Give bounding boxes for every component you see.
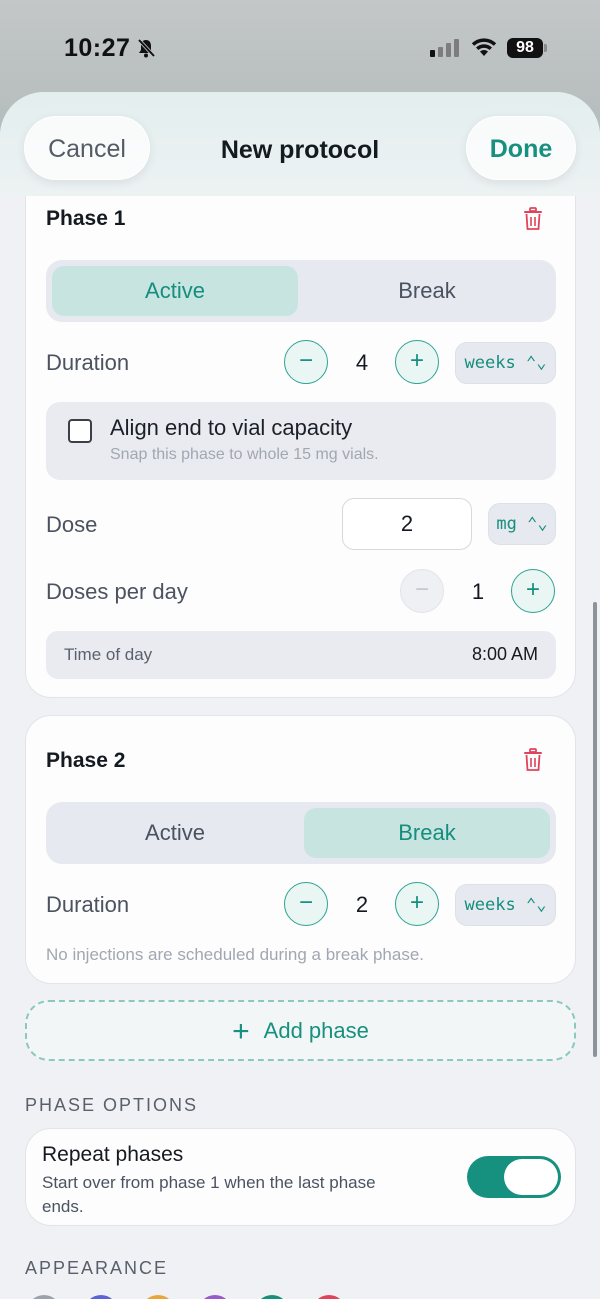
duration-decrement-button[interactable]: − (284, 340, 328, 384)
sheet-header: Cancel New protocol Done (0, 92, 600, 196)
doses-per-day-label: Doses per day (46, 579, 188, 604)
time-of-day-value: 8:00 AM (471, 644, 538, 664)
trash-icon[interactable] (522, 207, 544, 231)
duration-label: Duration (46, 350, 130, 375)
phase-options-heading: PHASE OPTIONS (25, 1095, 199, 1115)
repeat-phases-card: Repeat phases Start over from phase 1 wh… (25, 1128, 576, 1226)
phase-1-title: Phase 1 (46, 207, 126, 230)
dose-label: Dose (46, 512, 98, 537)
duration-value: 4 (355, 350, 369, 375)
status-time: 10:27 (64, 34, 131, 62)
duration-increment-button[interactable]: + (395, 340, 439, 384)
color-swatch[interactable] (84, 1295, 118, 1299)
time-of-day-label: Time of day (64, 645, 153, 664)
align-vial-option[interactable]: Align end to vial capacity Snap this pha… (46, 402, 556, 480)
align-subtitle: Snap this phase to whole 15 mg vials. (110, 446, 379, 463)
color-swatch[interactable] (312, 1295, 346, 1299)
phase-2-card: Phase 2 Active Break Duration − 2 + week… (25, 715, 576, 984)
duration-decrement-button[interactable]: − (284, 882, 328, 926)
doses-decrement-button[interactable]: − (400, 569, 444, 613)
bell-slash-icon (137, 38, 156, 58)
segment-active[interactable]: Active (52, 266, 298, 316)
duration-unit-select[interactable]: weeks ⌃⌄ (455, 342, 556, 384)
duration-label: Duration (46, 892, 130, 917)
add-phase-label: Add phase (263, 1018, 369, 1043)
duration-increment-button[interactable]: + (395, 882, 439, 926)
repeat-phases-subtitle: Start over from phase 1 when the last ph… (42, 1173, 376, 1216)
phase-1-type-segmented-control: Active Break (46, 260, 556, 322)
color-swatch[interactable] (198, 1295, 232, 1299)
phase-2-type-segmented-control: Active Break (46, 802, 556, 864)
trash-icon[interactable] (522, 748, 544, 772)
color-swatches (25, 1295, 585, 1299)
done-button[interactable]: Done (466, 116, 576, 180)
color-swatch[interactable] (255, 1295, 289, 1299)
phase-2-title: Phase 2 (46, 749, 126, 772)
time-of-day-row[interactable]: Time of day 8:00 AM (46, 631, 556, 679)
protocol-sheet: Phase 1 Active Break Duration − 4 + week… (0, 92, 600, 1299)
break-phase-hint: No injections are scheduled during a bre… (46, 945, 425, 964)
battery-tip (544, 44, 547, 52)
repeat-phases-toggle[interactable] (467, 1156, 561, 1198)
cellular-signal-icon (430, 39, 459, 57)
doses-increment-button[interactable]: + (511, 569, 555, 613)
color-swatch[interactable] (27, 1295, 61, 1299)
align-checkbox[interactable] (68, 419, 92, 443)
duration-unit-select[interactable]: weeks ⌃⌄ (455, 884, 556, 926)
plus-icon: + (232, 1015, 250, 1048)
toggle-knob (504, 1159, 558, 1195)
repeat-phases-title: Repeat phases (42, 1143, 184, 1166)
align-title: Align end to vial capacity (110, 415, 353, 440)
dose-input[interactable]: 2 (342, 498, 472, 550)
add-phase-button[interactable]: + Add phase (25, 1000, 576, 1061)
color-swatch[interactable] (141, 1295, 175, 1299)
dose-unit-select[interactable]: mg ⌃⌄ (488, 503, 556, 545)
wifi-icon (471, 38, 497, 56)
segment-break[interactable]: Break (304, 808, 550, 858)
battery-indicator: 98 (507, 38, 543, 58)
segment-break[interactable]: Break (304, 266, 550, 316)
appearance-heading: APPEARANCE (25, 1258, 169, 1278)
duration-value: 2 (355, 892, 369, 917)
scrollbar[interactable] (593, 602, 597, 1057)
phase-1-card: Phase 1 Active Break Duration − 4 + week… (25, 152, 576, 698)
doses-per-day-value: 1 (471, 579, 485, 604)
segment-active[interactable]: Active (52, 808, 298, 858)
